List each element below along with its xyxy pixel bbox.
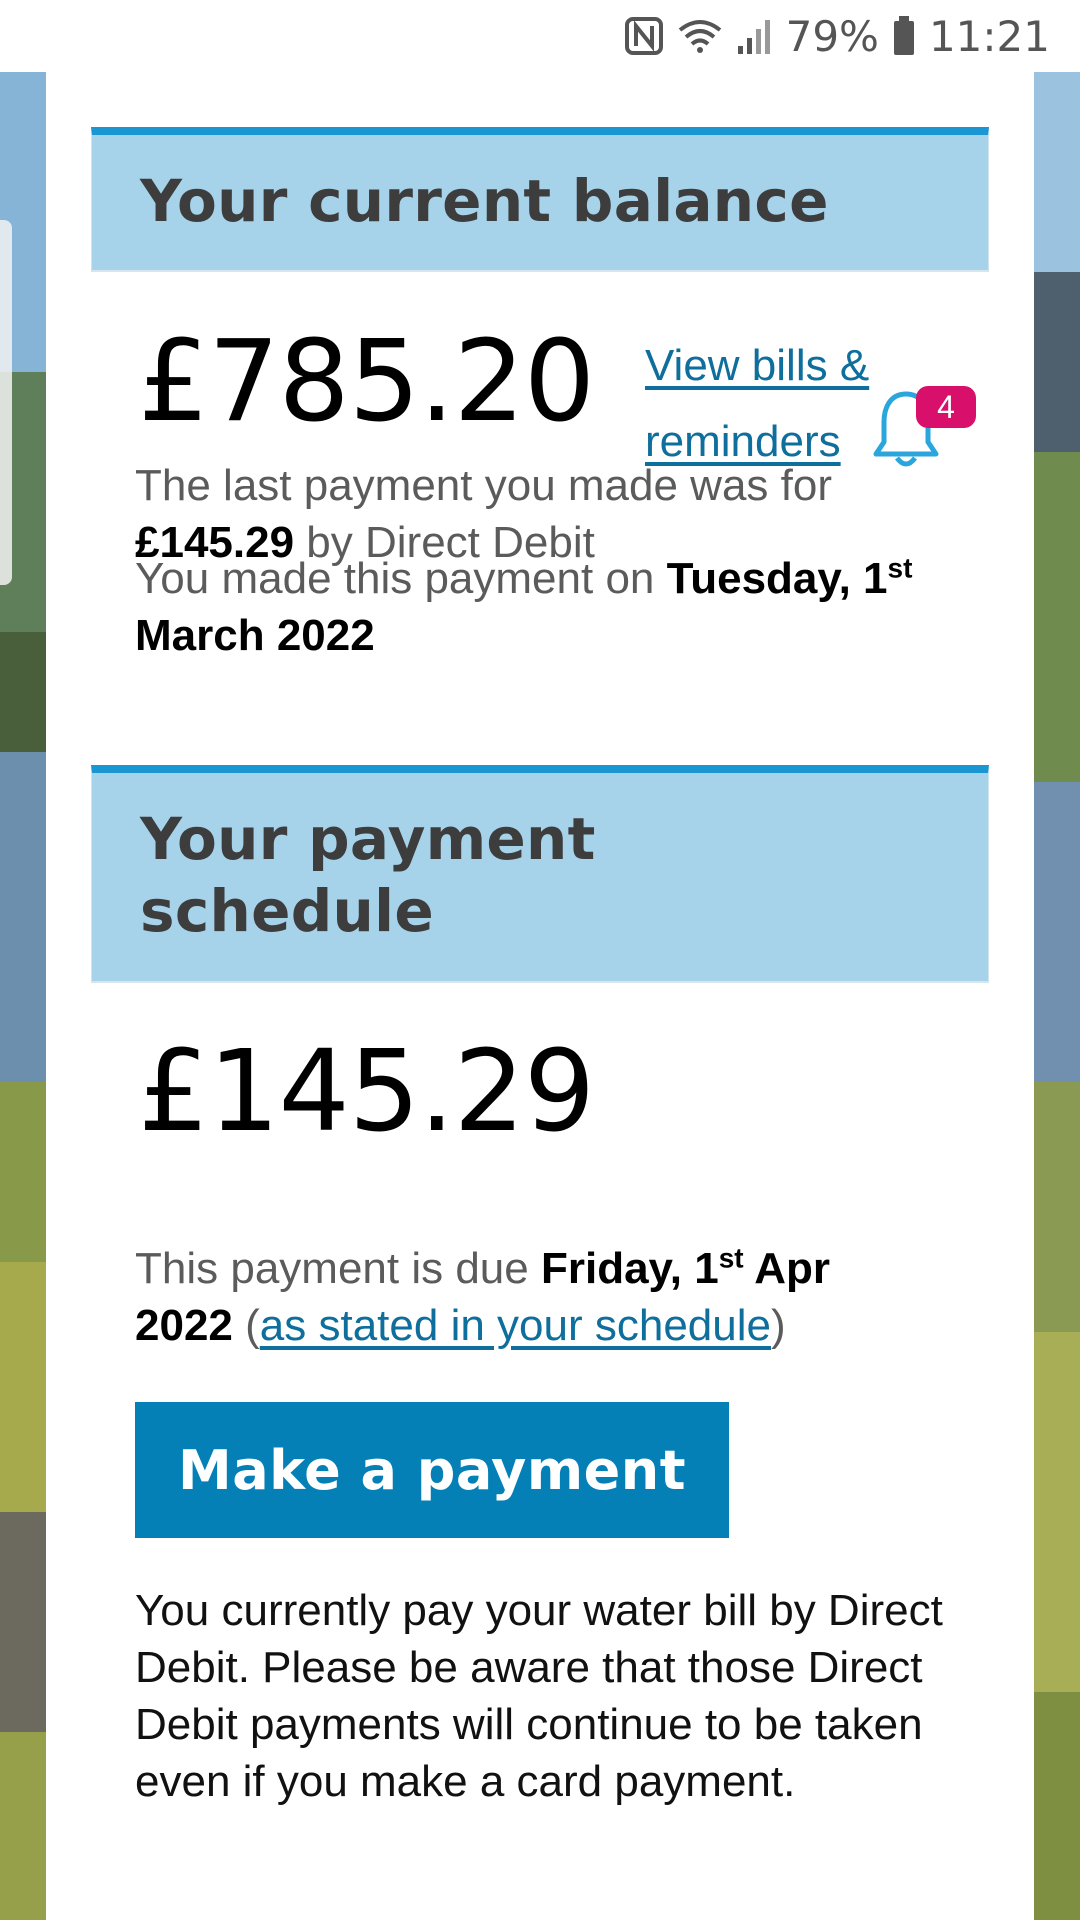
- schedule-heading: Your payment schedule: [140, 805, 596, 945]
- background-landscape-right: [1034, 72, 1080, 1920]
- close-paren: ): [770, 1301, 786, 1350]
- signal-icon: [736, 16, 772, 56]
- payment-date-prefix: You made this payment on: [135, 554, 655, 603]
- wifi-icon: [678, 16, 722, 56]
- nfc-icon: [624, 16, 664, 56]
- last-payment-prefix: The last payment you made was for: [135, 461, 832, 510]
- schedule-amount: £145.29: [138, 1027, 595, 1157]
- due-suffix: st: [718, 1242, 744, 1274]
- make-payment-button[interactable]: Make a payment: [135, 1402, 729, 1538]
- payment-date-day: Tuesday, 1: [666, 554, 888, 603]
- battery-percent: 79%: [785, 11, 879, 61]
- status-bar: 79% 11:21: [0, 0, 1080, 72]
- balance-heading: Your current balance: [140, 167, 829, 235]
- clock: 11:21: [928, 11, 1050, 61]
- side-panel-handle[interactable]: [0, 220, 12, 585]
- notification-badge: 4: [916, 386, 976, 428]
- balance-header: Your current balance: [91, 127, 989, 272]
- payment-date-text: You made this payment on Tuesday, 1st Ma…: [135, 550, 925, 664]
- open-paren: (: [245, 1301, 260, 1350]
- due-day: Friday, 1: [540, 1244, 719, 1293]
- payment-date-rest: March 2022: [135, 611, 375, 660]
- payment-date-suffix: st: [887, 552, 913, 584]
- schedule-link[interactable]: as stated in your schedule: [260, 1301, 771, 1350]
- direct-debit-notice: You currently pay your water bill by Dir…: [135, 1586, 943, 1806]
- battery-icon: [893, 16, 915, 56]
- schedule-header: Your payment schedule: [91, 765, 989, 983]
- due-prefix: This payment is due: [135, 1244, 529, 1293]
- due-date-text: This payment is due Friday, 1st Apr 2022…: [135, 1240, 925, 1354]
- balance-amount: £785.20: [138, 317, 595, 447]
- account-card: Your current balance £785.20 View bills …: [46, 72, 1034, 1920]
